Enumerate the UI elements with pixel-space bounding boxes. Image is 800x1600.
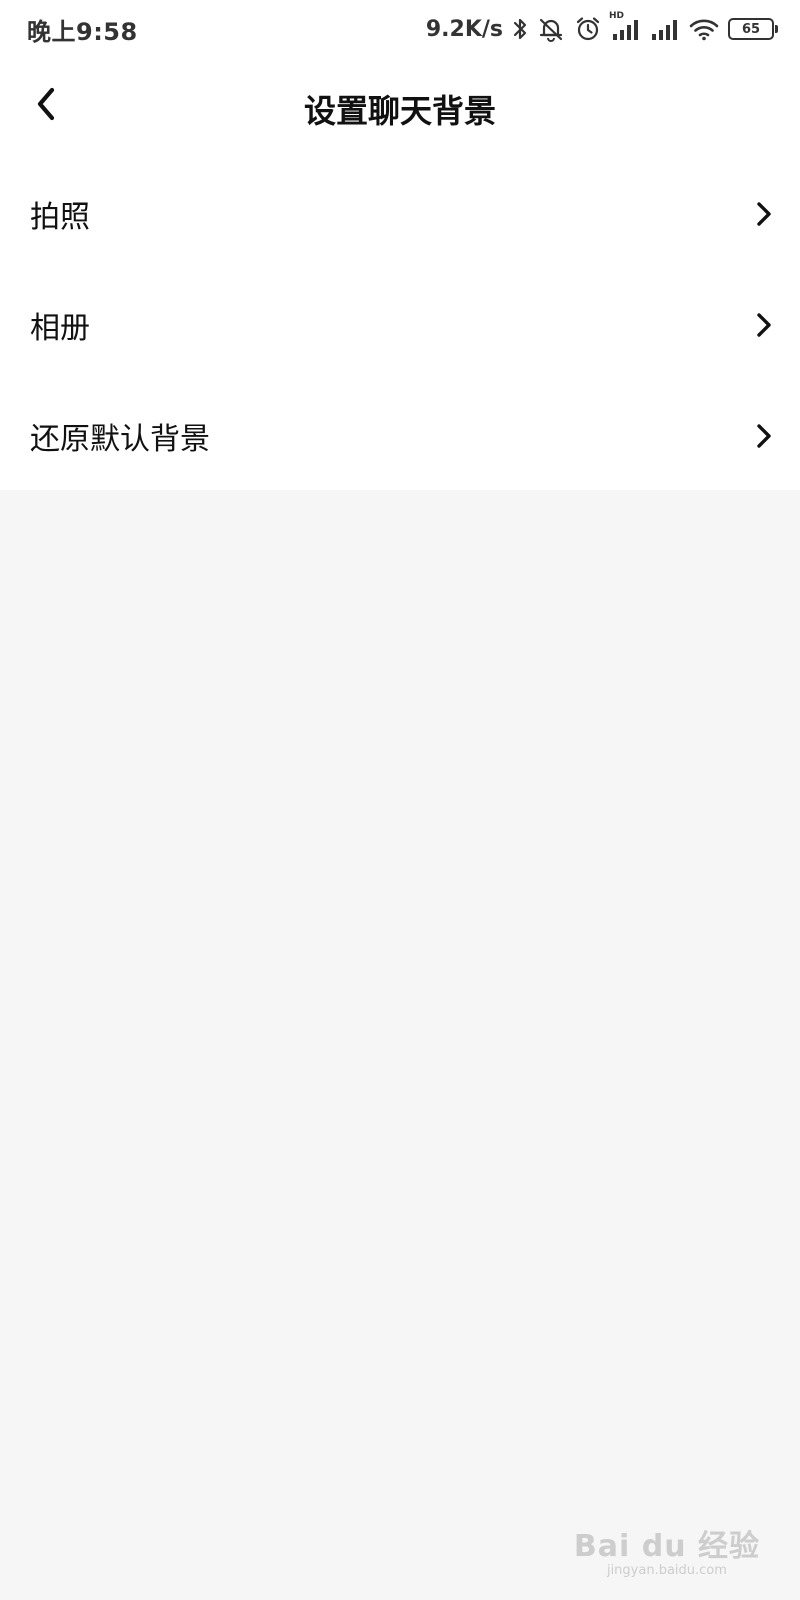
menu-item-restore-default[interactable]: 还原默认背景 xyxy=(0,380,800,491)
watermark: Bai du 经验 jingyan.baidu.com xyxy=(574,1521,760,1578)
menu-item-label: 相册 xyxy=(30,310,90,346)
watermark-brand: Bai du 经验 xyxy=(573,1529,760,1564)
chevron-right-icon xyxy=(756,423,772,449)
wifi-icon xyxy=(689,17,719,41)
menu-item-label: 还原默认背景 xyxy=(30,421,210,457)
status-icons: 9.2K/s HD 65 xyxy=(425,11,778,42)
page-title: 设置聊天背景 xyxy=(303,92,496,130)
status-time: 晚上9:58 xyxy=(27,17,138,46)
network-speed: 9.2K/s xyxy=(425,16,503,42)
chevron-right-icon xyxy=(756,312,772,338)
bluetooth-icon xyxy=(512,16,528,42)
nav-bar: 设置聊天背景 xyxy=(0,58,800,158)
signal-hd-icon: HD xyxy=(609,11,641,41)
menu-item-label: 拍照 xyxy=(30,199,90,235)
mute-bell-icon xyxy=(537,16,565,42)
battery-level: 65 xyxy=(741,21,761,37)
menu-list: 拍照 相册 还原默认背景 xyxy=(0,158,800,490)
alarm-icon xyxy=(574,16,602,42)
signal-icon xyxy=(650,17,680,41)
status-bar: 晚上9:58 9.2K/s HD 65 xyxy=(0,0,800,58)
menu-item-take-photo[interactable]: 拍照 xyxy=(0,158,800,269)
watermark-url: jingyan.baidu.com xyxy=(606,1563,727,1578)
chevron-right-icon xyxy=(756,201,772,227)
battery-icon: 65 xyxy=(728,18,778,40)
menu-item-album[interactable]: 相册 xyxy=(0,269,800,380)
hd-label: HD xyxy=(609,11,625,21)
